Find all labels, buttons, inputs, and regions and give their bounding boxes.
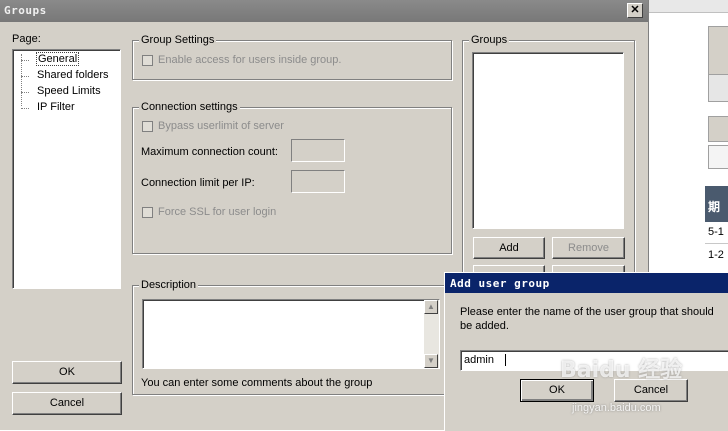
limit-per-ip-label: Connection limit per IP:	[141, 177, 255, 189]
tree-item-ip-filter[interactable]: IP Filter	[37, 101, 75, 113]
watermark-url: jingyan.baidu.com	[572, 402, 661, 414]
dialog-title: Add user group	[450, 277, 550, 290]
enable-access-checkbox[interactable]	[142, 55, 153, 66]
page-tree[interactable]: General Shared folders Speed Limits IP F…	[12, 49, 121, 289]
tree-line	[21, 54, 23, 106]
description-box: Description ▲ ▼ You can enter some comme…	[132, 279, 452, 395]
tree-branch	[21, 76, 29, 77]
max-conn-input[interactable]	[291, 139, 345, 162]
dialog-ok-label: OK	[549, 384, 565, 396]
bg-row-divider	[705, 243, 728, 244]
max-conn-label: Maximum connection count:	[141, 146, 278, 158]
groups-list[interactable]	[472, 52, 624, 229]
watermark-logo: Baidu 经验	[560, 358, 683, 383]
text-caret	[505, 354, 506, 366]
title-bar: Groups ✕	[0, 0, 648, 22]
group-settings-box: Group Settings Enable access for users i…	[132, 34, 452, 80]
bg-header-cell: 期	[705, 186, 728, 222]
tree-item-speed-limits[interactable]: Speed Limits	[37, 85, 101, 97]
ok-button-label: OK	[59, 366, 75, 378]
bg-row-2: 1-2	[708, 249, 724, 261]
bg-panel	[708, 26, 728, 76]
bg-header-text: 期	[708, 200, 721, 214]
add-group-button[interactable]: Add	[473, 237, 545, 259]
dialog-title-bar: Add user group	[445, 273, 728, 293]
group-name-value: admin	[464, 354, 494, 366]
force-ssl-label: Force SSL for user login	[158, 206, 277, 218]
limit-per-ip-input[interactable]	[291, 170, 345, 193]
bg-strip	[649, 0, 728, 13]
enable-access-label: Enable access for users inside group.	[158, 54, 342, 66]
description-title: Description	[139, 279, 199, 291]
tree-item-shared-folders[interactable]: Shared folders	[37, 69, 109, 81]
remove-group-button[interactable]: Remove	[552, 237, 625, 259]
tree-item-general[interactable]: General	[35, 52, 80, 66]
force-ssl-checkbox[interactable]	[142, 207, 153, 218]
description-scrollbar[interactable]: ▲ ▼	[424, 300, 439, 368]
connection-settings-box: Connection settings Bypass userlimit of …	[132, 101, 452, 254]
bg-row-1: 5-1	[708, 226, 724, 238]
bg-panel	[708, 116, 728, 142]
dialog-prompt: Please enter the name of the user group …	[460, 306, 714, 332]
connection-settings-title: Connection settings	[139, 101, 240, 113]
scroll-up-icon[interactable]: ▲	[424, 300, 438, 314]
bg-panel	[708, 145, 728, 169]
cancel-button-label: Cancel	[49, 397, 85, 409]
description-hint: You can enter some comments about the gr…	[141, 377, 373, 389]
cancel-button[interactable]: Cancel	[12, 392, 122, 415]
dialog-cancel-label: Cancel	[633, 384, 669, 396]
tree-branch	[21, 60, 29, 61]
remove-group-button-label: Remove	[568, 242, 609, 254]
groups-box: Groups Add Remove	[462, 34, 635, 282]
tree-branch	[21, 92, 29, 93]
bypass-checkbox[interactable]	[142, 121, 153, 132]
group-settings-title: Group Settings	[139, 34, 217, 46]
scroll-down-icon[interactable]: ▼	[424, 354, 438, 368]
window-title: Groups	[4, 4, 47, 17]
ok-button[interactable]: OK	[12, 361, 122, 384]
page-label: Page:	[12, 33, 41, 45]
tree-branch	[21, 108, 29, 109]
close-button[interactable]: ✕	[627, 3, 643, 18]
description-textarea[interactable]: ▲ ▼	[142, 299, 440, 369]
groups-title: Groups	[469, 34, 510, 46]
add-group-button-label: Add	[499, 242, 519, 254]
bg-panel	[708, 74, 728, 102]
bypass-label: Bypass userlimit of server	[158, 120, 284, 132]
